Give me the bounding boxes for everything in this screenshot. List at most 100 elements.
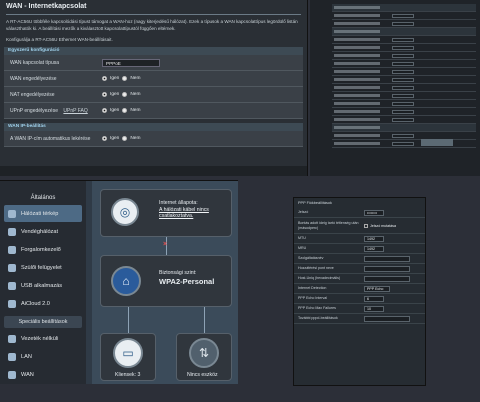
wan-description: A RT-AC56U többféle kapcsolódási típust … [6, 19, 298, 31]
page-title: WAN - Internetkapcsolat [6, 3, 87, 10]
table-row [332, 60, 476, 68]
ppp-row-mtu: MTU 1492 [294, 234, 425, 244]
internet-detection-select[interactable]: PPP Echo [364, 285, 390, 292]
auto-ip-no-radio[interactable] [122, 136, 128, 141]
sidebar-item-wan[interactable]: WAN [4, 366, 82, 383]
usb-status: Nincs eszköz [187, 372, 218, 378]
table-field[interactable] [392, 93, 414, 98]
password-input[interactable]: •••••••• [364, 209, 384, 216]
wan-type-select[interactable]: PPPoE [102, 58, 160, 67]
table-field[interactable] [392, 45, 414, 50]
echo-failures-input[interactable]: 10 [364, 305, 384, 312]
sidebar-item-wireless[interactable]: Vezeték nélküli [4, 330, 82, 347]
internet-card[interactable]: ◎ Internet állapota: A hálózati kábel ni… [100, 189, 232, 237]
ap-name-input[interactable] [364, 265, 410, 272]
table-row [332, 132, 476, 140]
table-field[interactable] [392, 101, 414, 106]
table-field[interactable] [392, 21, 414, 26]
show-password-checkbox[interactable] [364, 223, 368, 228]
mtu-input[interactable]: 1492 [364, 235, 384, 242]
sidebar-item-network-map[interactable]: Hálózati térkép [4, 205, 82, 222]
sidebar-item-guest-network[interactable]: Vendéghálózat [4, 223, 82, 240]
row-label: MTU [298, 236, 306, 241]
wan-enable-no-radio[interactable] [122, 76, 128, 81]
upnp-faq-link[interactable]: UPnP FAQ [63, 108, 87, 114]
row-label: UPnP engedélyezése UPnP FAQ [4, 108, 102, 114]
mru-input[interactable]: 1492 [364, 245, 384, 252]
ppp-row-idle: Bontás adott ideig tartó tétlenség után … [294, 218, 425, 234]
ppp-row-detection: Internet Detection PPP Echo [294, 284, 425, 294]
sidebar-item-usb-app[interactable]: USB alkalmazás [4, 277, 82, 294]
usb-card[interactable]: ⇅ Nincs eszköz [176, 333, 232, 381]
table-field[interactable] [392, 109, 414, 114]
table-row [332, 52, 476, 60]
table-field[interactable] [392, 117, 414, 122]
network-map-photo: Általános Hálózati térkép Vendéghálózat … [0, 180, 238, 384]
upnp-no-radio[interactable] [122, 108, 128, 113]
auto-ip-yes-radio[interactable] [102, 136, 107, 141]
table-field[interactable] [392, 77, 414, 82]
radio-label: Nem [130, 76, 141, 81]
nat-enable-yes-radio[interactable] [102, 92, 107, 97]
host-uniq-input[interactable] [364, 275, 410, 282]
wan-enable-yes-radio[interactable] [102, 76, 107, 81]
row-label: WAN engedélyezése [10, 75, 57, 82]
table-row [332, 116, 476, 124]
table-action-button[interactable] [421, 139, 453, 146]
row-label: WAN kapcsolat típusa [10, 59, 60, 66]
ppp-row-service: Szolgáltatásnév [294, 254, 425, 264]
row-upnp-enable: UPnP engedélyezése UPnP FAQ Igen Nem [4, 103, 303, 119]
table-row [332, 68, 476, 76]
usb-icon [8, 281, 16, 290]
row-label: MRU [298, 246, 307, 251]
sidebar-item-parental-control[interactable]: Szülői felügyelet [4, 259, 82, 276]
sidebar-item-traffic-manager[interactable]: Forgalomkezelő [4, 241, 82, 258]
table-field[interactable] [392, 37, 414, 42]
monitor-icon: ▭ [113, 338, 143, 368]
sidebar-item-aicloud[interactable]: AiCloud 2.0 [4, 295, 82, 312]
sidebar-item-label: USB alkalmazás [21, 282, 63, 289]
ppp-row-mru: MRU 1492 [294, 244, 425, 254]
globe-icon [8, 370, 16, 379]
ppp-row-ap: Hozzáférési pont neve [294, 264, 425, 274]
table-row [332, 12, 476, 20]
ppp-row-password: Jelszó •••••••• [294, 208, 425, 218]
table-field[interactable] [392, 133, 414, 138]
row-label: További pppd-beállítások [298, 316, 338, 321]
table-field[interactable] [392, 141, 414, 146]
pppd-options-input[interactable] [364, 315, 410, 322]
nat-enable-no-radio[interactable] [122, 92, 128, 97]
sidebar-item-label: Vezeték nélküli [21, 335, 59, 342]
table-row [332, 84, 476, 92]
table-field[interactable] [392, 69, 414, 74]
sidebar-title: Általános [30, 195, 56, 201]
ppp-settings-photo: PPP Fiókbeállítások Jelszó •••••••• Bont… [293, 197, 426, 386]
disconnected-x-icon: × [163, 241, 168, 248]
clients-status: Kliensek: 3 [115, 372, 140, 379]
sidebar-item-lan[interactable]: LAN [4, 348, 82, 365]
upnp-yes-radio[interactable] [102, 108, 107, 113]
show-password-label: Jelszó mutatása [370, 223, 396, 228]
table-field[interactable] [392, 13, 414, 18]
router-card[interactable]: ⌂ Biztonsági szint: WPA2-Personal [100, 255, 232, 307]
table-field[interactable] [392, 61, 414, 66]
row-wan-type: WAN kapcsolat típusa PPPoE [4, 55, 303, 71]
settings-table [332, 4, 476, 148]
row-label: Host-Uniq (hexadecimális) [298, 276, 341, 281]
clients-card[interactable]: ▭ Kliensek: 3 [100, 333, 156, 381]
row-auto-ip: A WAN IP-cím automatikus lekérése Igen N… [4, 131, 303, 147]
sidebar-item-label: LAN [21, 353, 32, 360]
table-field[interactable] [392, 85, 414, 90]
table-row [332, 108, 476, 116]
parental-icon [8, 263, 16, 272]
service-name-input[interactable] [364, 255, 410, 262]
upnp-label: UPnP engedélyezése [10, 107, 58, 114]
traffic-icon [8, 245, 16, 254]
cloud-icon [8, 299, 16, 308]
internet-status-link[interactable]: A hálózati kábel nincs csatlakoztatva. [159, 207, 209, 220]
row-label: Bontás adott ideig tartó tétlenség után … [298, 221, 359, 230]
table-row [332, 28, 476, 36]
ppp-row-echo-failures: PPP Echo Max Failures 10 [294, 304, 425, 314]
echo-interval-input[interactable]: 6 [364, 295, 384, 302]
table-field[interactable] [392, 53, 414, 58]
